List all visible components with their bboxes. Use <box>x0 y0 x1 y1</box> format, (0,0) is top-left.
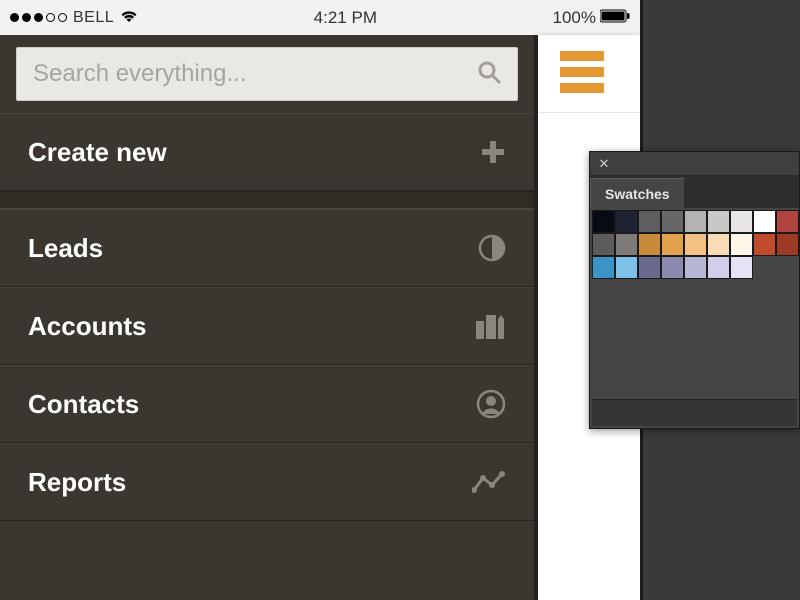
sidebar-item-create-new[interactable]: Create new <box>0 113 534 191</box>
status-left: BELL <box>10 8 138 28</box>
hamburger-icon <box>560 83 604 93</box>
color-swatch[interactable] <box>776 233 799 256</box>
swatches-footer <box>592 399 797 426</box>
person-circle-icon <box>476 389 506 419</box>
buildings-icon <box>474 313 506 339</box>
color-swatch[interactable] <box>707 210 730 233</box>
line-chart-icon <box>472 470 506 494</box>
carrier-label: BELL <box>73 9 114 27</box>
search-box[interactable] <box>16 47 518 101</box>
divider <box>538 112 640 113</box>
sidebar-item-leads[interactable]: Leads <box>0 209 534 287</box>
hamburger-icon <box>560 51 604 61</box>
sidebar-item-contacts[interactable]: Contacts <box>0 365 534 443</box>
sidebar: Create new Leads Accounts Contacts <box>0 35 538 600</box>
color-swatch[interactable] <box>615 210 638 233</box>
sidebar-item-reports[interactable]: Reports <box>0 443 534 521</box>
clock: 4:21 PM <box>314 8 377 28</box>
battery-icon <box>600 8 630 28</box>
plus-icon <box>480 139 506 165</box>
sidebar-item-label: Contacts <box>28 389 139 420</box>
sidebar-item-label: Create new <box>28 137 167 168</box>
color-swatch[interactable] <box>730 233 753 256</box>
swatches-body <box>590 208 799 428</box>
color-swatch[interactable] <box>661 256 684 279</box>
color-swatch[interactable] <box>753 233 776 256</box>
sidebar-item-label: Reports <box>28 467 126 498</box>
color-swatch[interactable] <box>615 256 638 279</box>
sidebar-item-label: Leads <box>28 233 103 264</box>
phone-frame: BELL 4:21 PM 100% Create new <box>0 0 640 600</box>
magnifying-glass-icon <box>477 60 501 89</box>
color-swatch[interactable] <box>707 233 730 256</box>
tab-swatches[interactable]: Swatches <box>590 178 685 208</box>
color-swatch[interactable] <box>592 256 615 279</box>
signal-strength-icon <box>10 13 67 22</box>
search-input[interactable] <box>33 60 477 88</box>
hamburger-icon <box>560 67 604 77</box>
color-swatch[interactable] <box>638 256 661 279</box>
status-right: 100% <box>553 8 630 28</box>
color-swatch[interactable] <box>684 256 707 279</box>
swatches-empty-area <box>592 279 797 399</box>
color-swatch[interactable] <box>592 233 615 256</box>
sidebar-item-accounts[interactable]: Accounts <box>0 287 534 365</box>
color-swatch[interactable] <box>661 233 684 256</box>
swatches-panel[interactable]: ✕ Swatches <box>589 151 800 429</box>
wifi-icon <box>120 8 138 28</box>
close-icon[interactable]: ✕ <box>596 156 612 172</box>
color-swatch[interactable] <box>684 233 707 256</box>
color-swatch[interactable] <box>661 210 684 233</box>
hamburger-menu-button[interactable] <box>560 51 604 93</box>
color-swatch[interactable] <box>753 210 776 233</box>
color-swatch[interactable] <box>592 210 615 233</box>
battery-percent: 100% <box>553 8 596 28</box>
swatch-grid <box>592 210 799 279</box>
color-swatch[interactable] <box>730 210 753 233</box>
color-swatch[interactable] <box>776 210 799 233</box>
color-swatch[interactable] <box>730 256 753 279</box>
half-circle-icon <box>478 234 506 262</box>
search-row <box>0 35 534 113</box>
color-swatch[interactable] <box>707 256 730 279</box>
menu-divider <box>0 191 534 209</box>
color-swatch[interactable] <box>615 233 638 256</box>
sidebar-item-label: Accounts <box>28 311 146 342</box>
color-swatch[interactable] <box>684 210 707 233</box>
panel-header[interactable]: ✕ <box>590 152 799 176</box>
color-swatch[interactable] <box>638 210 661 233</box>
color-swatch[interactable] <box>638 233 661 256</box>
panel-tabbar: Swatches <box>590 176 799 208</box>
status-bar: BELL 4:21 PM 100% <box>0 0 640 35</box>
